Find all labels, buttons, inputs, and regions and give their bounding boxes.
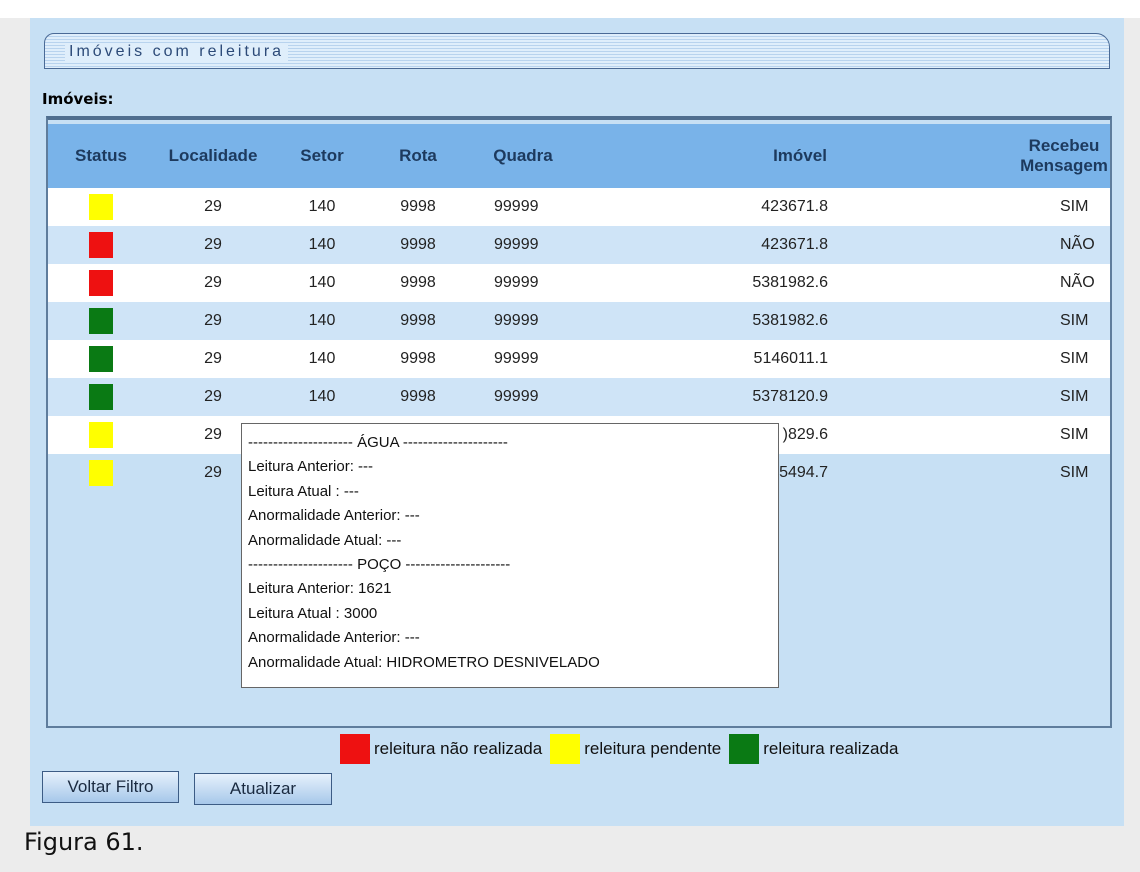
header-rota[interactable]: Rota: [372, 124, 464, 188]
legend-label: releitura realizada: [763, 739, 899, 758]
setor-cell: 140: [272, 340, 372, 378]
localidade-cell: 29: [154, 378, 272, 416]
window-titlebar: Imóveis com releitura: [44, 33, 1110, 69]
status-cell: [48, 340, 154, 378]
section-label: Imóveis:: [42, 90, 114, 108]
header-recebeu-line1: Recebeu: [1028, 136, 1100, 155]
header-localidade[interactable]: Localidade: [154, 124, 272, 188]
table-row[interactable]: 29 140 9998 99999 423671.8 NÃO: [48, 226, 1110, 264]
rota-cell: 9998: [372, 302, 464, 340]
table-row[interactable]: 29 140 9998 99999 5381982.6 NÃO: [48, 264, 1110, 302]
recebeu-cell: SIM: [1018, 378, 1110, 416]
figure-caption: Figura 61.: [24, 828, 144, 856]
tooltip-line: Leitura Anterior: 1621: [248, 580, 392, 598]
rota-cell: 9998: [372, 226, 464, 264]
setor-cell: 140: [272, 188, 372, 226]
tooltip-line: --------------------- POÇO -------------…: [248, 556, 511, 573]
status-indicator[interactable]: [89, 346, 113, 372]
rota-cell: 9998: [372, 378, 464, 416]
rota-cell: 9998: [372, 188, 464, 226]
header-imovel[interactable]: Imóvel: [582, 124, 1018, 188]
status-cell: [48, 264, 154, 302]
rota-cell: 9998: [372, 340, 464, 378]
status-cell: [48, 378, 154, 416]
status-cell: [48, 188, 154, 226]
status-indicator[interactable]: [89, 270, 113, 296]
tooltip-line: Leitura Atual : ---: [248, 482, 359, 500]
recebeu-cell: SIM: [1018, 340, 1110, 378]
tooltip-line: Anormalidade Anterior: ---: [248, 507, 420, 525]
legend-swatch: [729, 734, 760, 764]
quadra-cell: 99999: [464, 378, 582, 416]
header-recebeu-line2: Mensagem: [1020, 156, 1108, 175]
setor-cell: 140: [272, 302, 372, 340]
status-indicator[interactable]: [89, 460, 113, 486]
localidade-cell: 29: [154, 264, 272, 302]
rota-cell: 9998: [372, 264, 464, 302]
imovel-cell: 423671.8: [582, 188, 1018, 226]
table-row[interactable]: 29 140 9998 99999 5146011.1 SIM: [48, 340, 1110, 378]
top-bar: [0, 0, 1140, 18]
legend-label: releitura pendente: [584, 739, 722, 758]
quadra-cell: 99999: [464, 264, 582, 302]
localidade-cell: 29: [154, 302, 272, 340]
imovel-cell: 5378120.9: [582, 378, 1018, 416]
tooltip-line: Anormalidade Anterior: ---: [248, 629, 420, 647]
localidade-cell: 29: [154, 226, 272, 264]
status-indicator[interactable]: [89, 194, 113, 220]
tooltip-line: Anormalidade Atual: HIDROMETRO DESNIVELA…: [248, 653, 600, 671]
legend-label: releitura não realizada: [374, 739, 543, 758]
quadra-cell: 99999: [464, 340, 582, 378]
recebeu-cell: SIM: [1018, 302, 1110, 340]
legend-swatch: [340, 734, 370, 764]
table-row[interactable]: 29 140 9998 99999 423671.8 SIM: [48, 188, 1110, 226]
recebeu-cell: NÃO: [1018, 264, 1110, 302]
setor-cell: 140: [272, 226, 372, 264]
imovel-cell: 5381982.6: [582, 264, 1018, 302]
status-indicator[interactable]: [89, 308, 113, 334]
quadra-cell: 99999: [464, 226, 582, 264]
status-indicator[interactable]: [89, 232, 113, 258]
voltar-filtro-button[interactable]: Voltar Filtro: [42, 771, 179, 803]
quadra-cell: 99999: [464, 302, 582, 340]
legend-swatch: [550, 734, 581, 764]
leitura-tooltip: --------------------- ÁGUA -------------…: [241, 423, 779, 688]
imovel-cell: 5381982.6: [582, 302, 1018, 340]
localidade-cell: 29: [154, 188, 272, 226]
header-status[interactable]: Status: [48, 124, 154, 188]
header-quadra[interactable]: Quadra: [464, 124, 582, 188]
atualizar-button[interactable]: Atualizar: [194, 773, 332, 805]
window-title: Imóveis com releitura: [65, 43, 289, 61]
recebeu-cell: SIM: [1060, 464, 1089, 481]
tooltip-line: Leitura Atual : 3000: [248, 604, 378, 622]
tooltip-line: --------------------- ÁGUA -------------…: [248, 434, 508, 451]
status-legend: releitura não realizada releitura pendent…: [340, 733, 906, 765]
tooltip-line: Leitura Anterior: ---: [248, 458, 374, 476]
header-recebeu-mensagem[interactable]: Recebeu Mensagem: [1018, 124, 1110, 188]
setor-cell: 140: [272, 264, 372, 302]
page-frame: Imóveis com releitura Imóveis: Status Lo…: [0, 0, 1140, 872]
header-setor[interactable]: Setor: [272, 124, 372, 188]
status-cell: [48, 226, 154, 264]
status-cell: [48, 416, 154, 454]
setor-cell: 140: [272, 378, 372, 416]
imovel-cell: 423671.8: [582, 226, 1018, 264]
tooltip-line: Anormalidade Atual: ---: [248, 531, 402, 549]
table-row[interactable]: 29 140 9998 99999 5378120.9 SIM: [48, 378, 1110, 416]
table-row[interactable]: 29 140 9998 99999 5381982.6 SIM: [48, 302, 1110, 340]
table-header-row: Status Localidade Setor Rota Quadra Imóv…: [48, 124, 1110, 188]
status-indicator[interactable]: [89, 384, 113, 410]
recebeu-cell: SIM: [1018, 416, 1110, 454]
recebeu-cell: NÃO: [1018, 226, 1110, 264]
status-indicator[interactable]: [89, 422, 113, 448]
recebeu-cell: SIM: [1018, 188, 1110, 226]
quadra-cell: 99999: [464, 188, 582, 226]
localidade-cell: 29: [154, 340, 272, 378]
status-cell: [48, 454, 154, 492]
status-cell: [48, 302, 154, 340]
imovel-cell: 5146011.1: [582, 340, 1018, 378]
